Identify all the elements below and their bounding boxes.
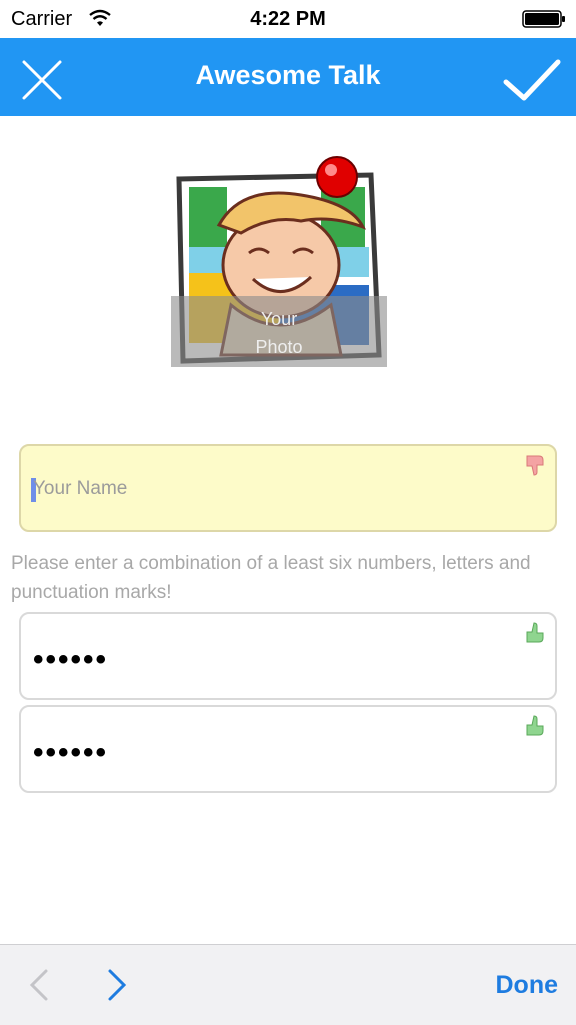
avatar-photo-button[interactable]: Your Photo	[171, 155, 387, 367]
password-hint: Please enter a combination of a least si…	[11, 553, 531, 603]
chevron-right-icon[interactable]	[104, 967, 130, 1003]
nav-bar: Awesome Talk	[0, 38, 576, 116]
page-title: Awesome Talk	[195, 60, 381, 90]
password-value: ••••••	[33, 643, 109, 676]
password-confirm-field[interactable]: ••••••	[19, 705, 557, 793]
photo-label-line2: Photo	[255, 337, 303, 357]
battery-icon	[522, 10, 565, 28]
name-field[interactable]	[19, 444, 557, 532]
photo-label: Your Photo	[171, 296, 387, 367]
name-input[interactable]	[31, 446, 515, 532]
photo-label-line1: Your	[260, 309, 298, 329]
password-field[interactable]: ••••••	[19, 612, 557, 700]
checkmark-icon[interactable]	[502, 56, 562, 104]
thumbs-down-icon	[526, 455, 544, 476]
status-bar: Carrier 4:22 PM	[0, 0, 576, 38]
done-button[interactable]: Done	[496, 971, 559, 1000]
clock: 4:22 PM	[250, 8, 326, 30]
password-confirm-value: ••••••	[33, 736, 109, 769]
thumbs-up-icon	[526, 715, 544, 736]
thumbs-up-icon	[526, 622, 544, 643]
keyboard-toolbar: Done	[0, 944, 576, 1025]
chevron-left-icon[interactable]	[26, 967, 52, 1003]
